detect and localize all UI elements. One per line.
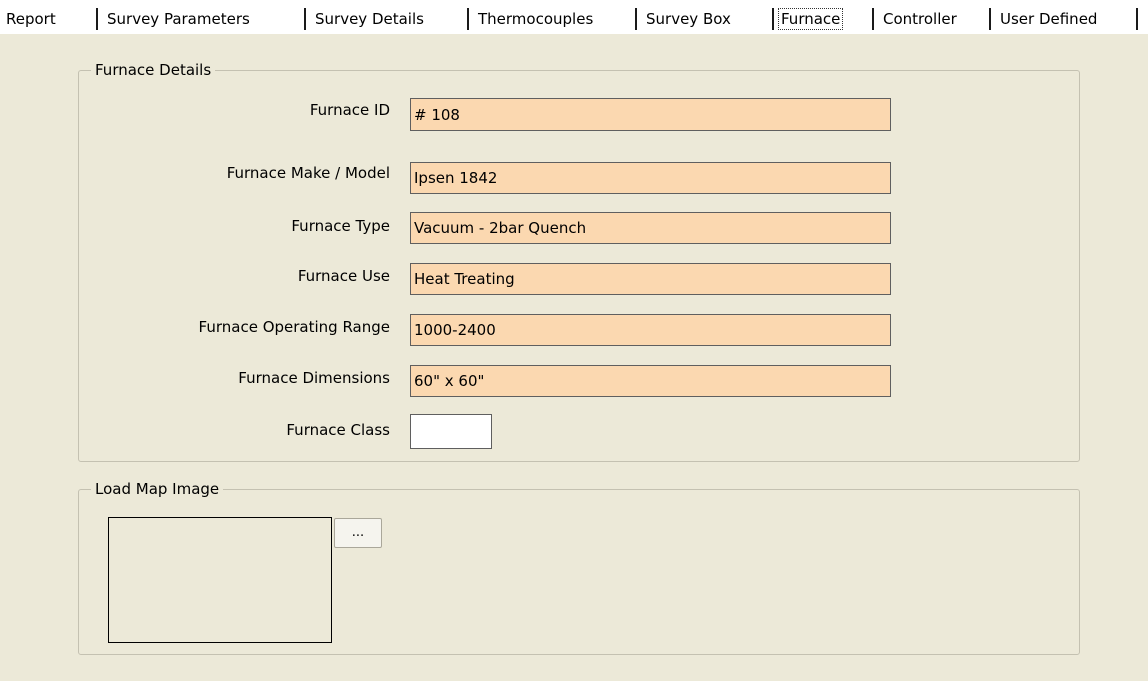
tab-survey-box[interactable]: Survey Box <box>646 9 731 29</box>
tab-survey-details[interactable]: Survey Details <box>315 9 424 29</box>
furnace-details-title: Furnace Details <box>91 60 216 80</box>
furnace-dimensions-label: Furnace Dimensions <box>238 369 390 387</box>
tab-separator <box>304 8 306 30</box>
tab-separator <box>635 8 637 30</box>
tab-separator <box>1136 8 1138 30</box>
tab-separator <box>96 8 98 30</box>
furnace-panel: Furnace Details Furnace ID Furnace Make … <box>0 34 1148 681</box>
furnace-use-label: Furnace Use <box>297 267 390 285</box>
tab-report[interactable]: Report <box>6 9 56 29</box>
furnace-type-label: Furnace Type <box>291 217 390 235</box>
furnace-id-label: Furnace ID <box>309 101 390 119</box>
tab-separator <box>989 8 991 30</box>
tab-strip: Report Survey Parameters Survey Details … <box>0 0 1148 34</box>
load-map-browse-button[interactable]: ... <box>334 518 382 548</box>
load-map-image-box[interactable] <box>108 517 332 643</box>
tab-thermocouples[interactable]: Thermocouples <box>478 9 593 29</box>
furnace-type-field[interactable] <box>410 212 891 244</box>
furnace-make-model-label: Furnace Make / Model <box>226 164 390 182</box>
furnace-operating-range-field[interactable] <box>410 314 891 346</box>
furnace-class-label: Furnace Class <box>286 421 390 439</box>
tab-user-defined[interactable]: User Defined <box>1000 9 1097 29</box>
tab-separator <box>467 8 469 30</box>
tab-separator <box>772 8 774 30</box>
tab-separator <box>872 8 874 30</box>
tab-controller[interactable]: Controller <box>883 9 957 29</box>
furnace-make-model-field[interactable] <box>410 162 891 194</box>
furnace-operating-range-label: Furnace Operating Range <box>198 318 390 336</box>
furnace-dimensions-field[interactable] <box>410 365 891 397</box>
furnace-id-field[interactable] <box>410 98 891 131</box>
furnace-use-field[interactable] <box>410 263 891 295</box>
load-map-title: Load Map Image <box>91 479 224 499</box>
tab-furnace[interactable]: Furnace <box>777 8 844 30</box>
tab-survey-parameters[interactable]: Survey Parameters <box>107 9 250 29</box>
furnace-class-field[interactable] <box>410 414 492 449</box>
